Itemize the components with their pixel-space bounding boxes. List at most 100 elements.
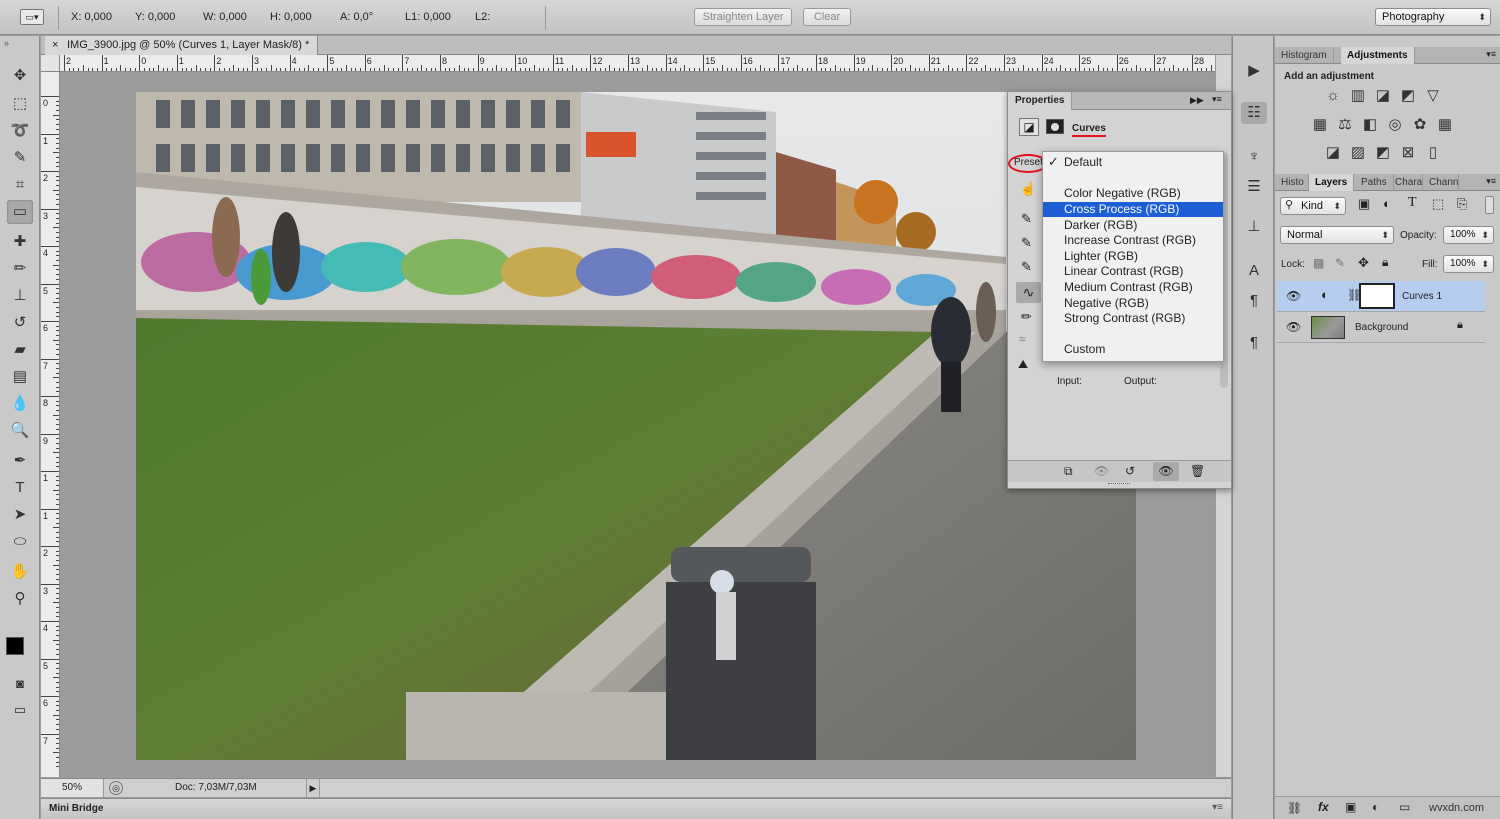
close-tab-icon[interactable]: × [52,36,58,55]
new-group-icon[interactable]: ▭ [1399,800,1410,814]
marquee-tool-icon[interactable]: ⬚ [7,92,33,116]
clip-to-layer-icon[interactable]: ⧉ [1064,464,1073,479]
smooth-curve-icon[interactable]: ≈ [1019,332,1026,346]
preset-item-custom[interactable]: Custom [1043,342,1223,357]
brightness-contrast-icon[interactable]: ☼ [1323,87,1343,105]
levels-icon[interactable]: ▥ [1348,87,1368,105]
eyedropper-white-icon[interactable]: ✎ [1021,259,1032,275]
character-icon[interactable]: A [1241,260,1267,282]
visibility-eye-icon[interactable]: 👁︎ [1286,289,1301,303]
ruler-tool-icon[interactable]: ▭▾ [20,9,44,25]
document-tab[interactable]: × IMG_3900.jpg @ 50% (Curves 1, Layer Ma… [45,36,318,55]
pixel-filter-icon[interactable]: ▣ [1358,196,1370,212]
status-menu-arrow-icon[interactable]: ▶ [306,779,320,797]
clear-button[interactable]: Clear [803,8,851,26]
eraser-tool-icon[interactable]: ▰ [7,338,33,362]
layer-row-curves[interactable]: 👁︎ ◐ ⛓︎ Curves 1 [1277,281,1485,312]
path-select-tool-icon[interactable]: ➤ [7,503,33,527]
pencil-curve-icon[interactable]: ✏ [1021,309,1032,325]
lock-all-icon[interactable]: 🔒︎ [1382,255,1388,270]
straighten-layer-button[interactable]: Straighten Layer [694,8,792,26]
lock-pixels-icon[interactable]: ✎ [1335,256,1345,270]
filter-toggle[interactable] [1485,196,1494,214]
workspace-select[interactable]: Photography [1375,8,1491,26]
view-previous-icon[interactable]: 👁︎ [1094,464,1109,478]
preset-item-color-negative[interactable]: Color Negative (RGB) [1043,186,1223,201]
actions-play-icon[interactable]: ▶ [1241,60,1267,82]
panel-menu-icon[interactable]: ▾≡ [1486,49,1496,60]
selective-color-icon[interactable]: ⊠ [1398,144,1418,162]
curves-icon[interactable]: ◪ [1019,118,1039,136]
ruler-origin[interactable] [41,55,60,72]
black-white-icon[interactable]: ◧ [1360,116,1380,134]
zoom-field[interactable]: 50% [41,779,104,797]
paragraph-icon[interactable]: ¶ [1241,290,1267,312]
lock-transparent-icon[interactable]: ▩ [1313,256,1324,270]
type-tool-icon[interactable]: T [7,476,33,500]
blur-tool-icon[interactable]: 💧 [7,392,33,416]
add-mask-icon[interactable]: ▣ [1345,800,1356,814]
history-brush-icon[interactable]: ↺ [7,311,33,335]
pen-tool-icon[interactable]: ✒ [7,449,33,473]
move-tool-icon[interactable]: ✥ [7,64,33,88]
mini-bridge-label[interactable]: Mini Bridge [49,803,103,814]
shape-filter-icon[interactable]: ⬚ [1432,196,1444,212]
delete-icon[interactable]: 🗑︎ [1190,464,1205,478]
mask-icon[interactable] [1046,119,1064,134]
reset-icon[interactable]: ↺ [1125,464,1135,478]
lock-position-icon[interactable]: ✥ [1358,255,1369,271]
dodge-tool-icon[interactable]: 🔍 [7,419,33,443]
layer-name[interactable]: Background [1355,322,1408,333]
layer-row-background[interactable]: 👁︎ Background 🔒︎ [1277,312,1485,343]
clone-source-icon[interactable]: ⊥ [1241,216,1267,238]
brush-tool-icon[interactable]: ✏ [7,257,33,281]
eyedropper-gray-icon[interactable]: ✎ [1021,235,1032,251]
preset-item-negative[interactable]: Negative (RGB) [1043,296,1223,311]
blend-mode-select[interactable]: Normal [1280,226,1394,244]
quick-select-tool-icon[interactable]: ✎ [7,146,33,170]
curves-icon[interactable]: ◪ [1373,87,1393,105]
preset-item-linear-contrast[interactable]: Linear Contrast (RGB) [1043,264,1223,279]
adjustment-filter-icon[interactable]: ◐ [1383,196,1391,211]
fx-icon[interactable]: fx [1318,800,1329,814]
zoom-tool-icon[interactable]: ⚲ [7,587,33,611]
type-filter-icon[interactable]: T [1408,195,1417,211]
paragraph-styles-icon[interactable]: ¶ [1241,332,1267,354]
stamp-tool-icon[interactable]: ⊥ [7,284,33,308]
tab-character[interactable]: Chara [1389,174,1423,191]
layer-name[interactable]: Curves 1 [1402,291,1442,302]
share-icon[interactable]: ◎ [109,781,123,795]
properties-icon[interactable]: ☷ [1241,102,1267,124]
target-adjust-icon[interactable]: ☝ [1020,181,1036,197]
photo-filter-icon[interactable]: ◎ [1385,116,1405,134]
hue-saturation-icon[interactable]: ▦ [1310,116,1330,134]
panel-menu-icon[interactable]: ▾≡ [1212,94,1222,105]
tab-properties[interactable]: Properties [1008,92,1072,110]
visibility-eye-icon[interactable]: 👁︎ [1286,320,1301,334]
fill-field[interactable]: 100% [1443,255,1494,273]
tab-layers[interactable]: Layers [1309,174,1354,191]
preset-item-increase-contrast[interactable]: Increase Contrast (RGB) [1043,233,1223,248]
preset-item-medium-contrast[interactable]: Medium Contrast (RGB) [1043,280,1223,295]
tab-channels[interactable]: Chann [1423,174,1459,191]
horizontal-ruler[interactable]: 2101234567891011121314151617181920212223… [60,55,1215,72]
color-balance-icon[interactable]: ⚖ [1335,116,1355,134]
color-lookup-icon[interactable]: ▦ [1435,116,1455,134]
auto-adjust-icon[interactable]: ⛰ [1018,357,1028,372]
gradient-tool-icon[interactable]: ▤ [7,365,33,389]
curve-edit-icon[interactable]: ∿ [1016,282,1041,303]
opacity-field[interactable]: 100% [1443,226,1494,244]
collapse-panel-icon[interactable]: ▶▶ [1190,95,1204,106]
collapse-icon[interactable]: » [4,38,9,48]
layer-mask-thumbnail[interactable] [1359,283,1395,309]
invert-icon[interactable]: ◪ [1323,144,1343,162]
channel-mixer-icon[interactable]: ✿ [1410,116,1430,134]
tab-histogram-2[interactable]: Histo [1275,174,1309,191]
crop-tool-icon[interactable]: ⌗ [7,173,33,197]
hand-tool-icon[interactable]: ✋ [7,560,33,584]
ruler-tool-icon[interactable]: ▭ [7,200,33,224]
new-adjustment-icon[interactable]: ◐ [1372,800,1379,814]
panel-menu-icon[interactable]: ▾≡ [1212,802,1223,813]
vibrance-icon[interactable]: ▽ [1423,87,1443,105]
smart-object-filter-icon[interactable]: ⎘ [1457,196,1467,212]
